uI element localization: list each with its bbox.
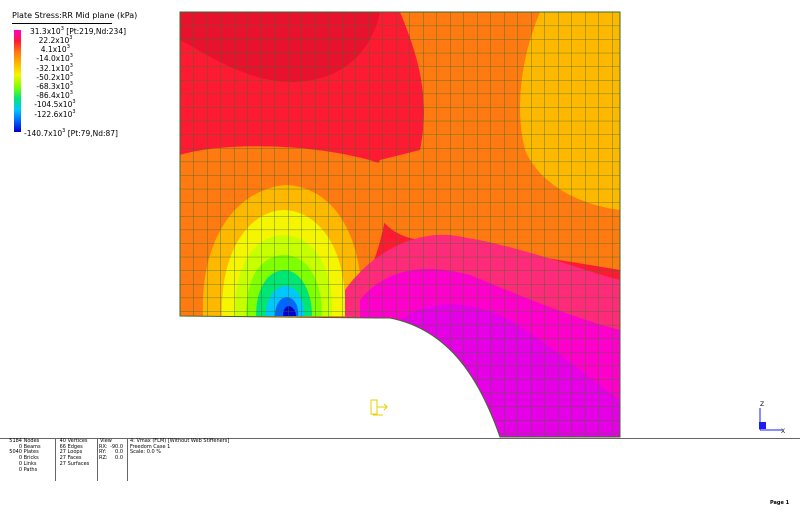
- legend-max-label: 31.3x103 [Pt:219,Nd:234]: [30, 26, 127, 36]
- axis-z-label: Z: [760, 401, 765, 408]
- legend-level-label: -14.0x103: [36, 53, 73, 64]
- count-row: 0 Paths: [18, 466, 38, 473]
- stress-contour-plot[interactable]: [0, 0, 800, 440]
- axis-triad-icon: [759, 408, 782, 431]
- legend-level-label: -104.5x103: [34, 99, 76, 110]
- legend-level-label: -50.2x103: [36, 71, 73, 82]
- geometry-row: 27 Surfaces: [59, 460, 90, 467]
- legend-level-label: 4.1x103: [40, 44, 70, 55]
- page-number: Page 1: [770, 500, 790, 506]
- element-counts: 5184 Nodes 0 Beams 5040 Plates 0 Bricks 0 Li…: [0, 438, 56, 481]
- legend-min-label: -140.7x103 [Pt:79,Nd:87]: [24, 128, 118, 138]
- load-case-info: 4: Vmax (FLM) [Without Web Stiffeners] F…: [127, 438, 800, 481]
- model-info-panel: 5184 Nodes 0 Beams 5040 Plates 0 Bricks 0 Li…: [0, 438, 800, 481]
- scale-text: Scale: 0.0 %: [130, 449, 162, 456]
- legend-level-label: -86.4x103: [36, 90, 73, 101]
- legend-level-label: -68.3x103: [36, 81, 73, 91]
- view-row: RZ: 0.0: [99, 455, 123, 462]
- axis-x-label: X: [781, 428, 786, 435]
- load-marker-icon: [370, 399, 388, 416]
- legend-color-bar: [14, 30, 21, 132]
- geometry-counts: 40 Vertices 66 Edges 27 Loops 27 Faces 27 Su…: [55, 438, 98, 481]
- legend-max-location: [Pt:219,Nd:234]: [66, 27, 127, 36]
- view-rotation: View RX: -90.0 RY: 0.0 RZ: 0.0: [97, 438, 128, 481]
- contour-fill: [180, 12, 620, 437]
- model-viewport[interactable]: Plate Stress:RR Mid plane (kPa) 31.3x103…: [0, 0, 800, 440]
- legend-level-label: -32.1x103: [36, 62, 73, 73]
- legend-title-underline: [12, 23, 112, 24]
- legend-min-location: [Pt:79,Nd:87]: [67, 129, 118, 138]
- legend-level-label: -122.6x103: [34, 108, 76, 119]
- legend-title: Plate Stress:RR Mid plane (kPa): [12, 11, 138, 20]
